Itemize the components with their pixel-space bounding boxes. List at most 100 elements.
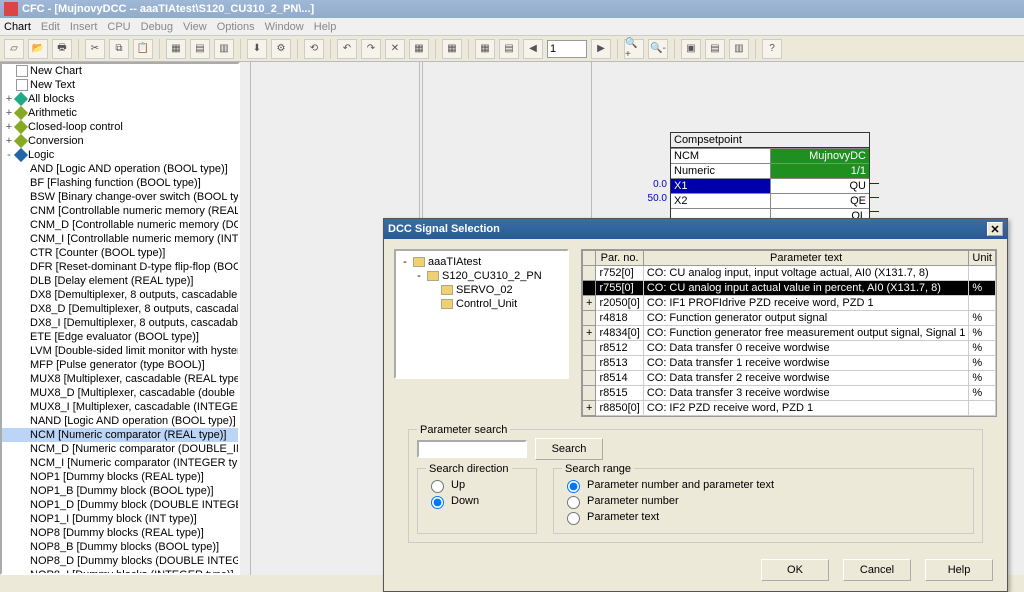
- tree-leaf[interactable]: DX8_I [Demultiplexer, 8 outputs, cascada…: [2, 316, 238, 330]
- tree-leaf[interactable]: NOP8_I [Dummy blocks (INTEGER type)]: [2, 568, 238, 575]
- tree-node-control-unit[interactable]: Control_Unit: [400, 297, 563, 311]
- zoom-out-button[interactable]: 🔍-: [648, 39, 668, 59]
- search-input[interactable]: [417, 440, 527, 458]
- cut-button[interactable]: ✂: [85, 39, 105, 59]
- tree-leaf[interactable]: NOP8 [Dummy blocks (REAL type)]: [2, 526, 238, 540]
- page-view-button[interactable]: ▦: [475, 39, 495, 59]
- tree-leaf[interactable]: CNM_D [Controllable numeric memory (DOUB…: [2, 218, 238, 232]
- ok-button[interactable]: OK: [761, 559, 829, 581]
- menu-cpu[interactable]: CPU: [107, 21, 130, 33]
- tree-leaf[interactable]: NCM_I [Numeric comparator (INTEGER type)…: [2, 456, 238, 470]
- table-row[interactable]: r755[0]CO: CU analog input actual value …: [583, 281, 996, 296]
- cascade-button[interactable]: ▣: [681, 39, 701, 59]
- radio-num-and-text[interactable]: [567, 480, 580, 493]
- table-row[interactable]: r8514CO: Data transfer 2 receive wordwis…: [583, 371, 996, 386]
- parameter-table[interactable]: Par. no. Parameter text Unit r752[0]CO: …: [581, 249, 997, 417]
- redo-button[interactable]: ↷: [361, 39, 381, 59]
- tree-leaf[interactable]: AND [Logic AND operation (BOOL type)]: [2, 162, 238, 176]
- tree-leaf[interactable]: NOP8_B [Dummy blocks (BOOL type)]: [2, 540, 238, 554]
- tree-leaf[interactable]: MUX8_D [Multiplexer, cascadable (double …: [2, 386, 238, 400]
- close-icon[interactable]: ✕: [987, 222, 1003, 236]
- radio-text[interactable]: [567, 512, 580, 525]
- tree-leaf[interactable]: NOP1_B [Dummy block (BOOL type)]: [2, 484, 238, 498]
- tree-leaf[interactable]: DX8 [Demultiplexer, 8 outputs, cascadabl…: [2, 288, 238, 302]
- tree-leaf[interactable]: BSW [Binary change-over switch (BOOL typ…: [2, 190, 238, 204]
- overview-button[interactable]: ▥: [214, 39, 234, 59]
- radio-num[interactable]: [567, 496, 580, 509]
- search-button[interactable]: Search: [535, 438, 603, 460]
- grid-button[interactable]: ▦: [442, 39, 462, 59]
- radio-up[interactable]: [431, 480, 444, 493]
- table-row[interactable]: r8513CO: Data transfer 1 receive wordwis…: [583, 356, 996, 371]
- tree-leaf[interactable]: NOP1_I [Dummy block (INT type)]: [2, 512, 238, 526]
- test-button[interactable]: ⟲: [304, 39, 324, 59]
- col-parno[interactable]: Par. no.: [596, 251, 643, 266]
- cancel-button[interactable]: Cancel: [843, 559, 911, 581]
- catalog-button[interactable]: ▦: [166, 39, 186, 59]
- page-prev-button[interactable]: ◀: [523, 39, 543, 59]
- tree-node[interactable]: New Chart: [2, 64, 238, 78]
- zoom-in-button[interactable]: 🔍+: [624, 39, 644, 59]
- tree-node[interactable]: New Text: [2, 78, 238, 92]
- help-button[interactable]: Help: [925, 559, 993, 581]
- table-row[interactable]: r752[0]CO: CU analog input, input voltag…: [583, 266, 996, 281]
- menu-insert[interactable]: Insert: [70, 21, 98, 33]
- copy-button[interactable]: ⧉: [109, 39, 129, 59]
- tree-leaf[interactable]: CNM_I [Controllable numeric memory (INTE…: [2, 232, 238, 246]
- block-port-qu[interactable]: QU: [771, 179, 870, 193]
- col-partext[interactable]: Parameter text: [643, 251, 969, 266]
- menu-debug[interactable]: Debug: [141, 21, 173, 33]
- tree-node-servo[interactable]: SERVO_02: [400, 283, 563, 297]
- help-button[interactable]: ?: [762, 39, 782, 59]
- menu-window[interactable]: Window: [265, 21, 304, 33]
- table-row[interactable]: +r2050[0]CO: IF1 PROFIdrive PZD receive …: [583, 296, 996, 311]
- tree-leaf[interactable]: MUX8 [Multiplexer, cascadable (REAL type…: [2, 372, 238, 386]
- tree-leaf[interactable]: NOP1_D [Dummy block (DOUBLE INTEGER typ: [2, 498, 238, 512]
- tree-node[interactable]: +Conversion: [2, 134, 238, 148]
- page-next-button[interactable]: ▶: [591, 39, 611, 59]
- cross-button[interactable]: ✕: [385, 39, 405, 59]
- open-button[interactable]: 📂: [28, 39, 48, 59]
- undo-button[interactable]: ↶: [337, 39, 357, 59]
- dialog-titlebar[interactable]: DCC Signal Selection ✕: [384, 219, 1007, 239]
- tree-node[interactable]: +All blocks: [2, 92, 238, 106]
- tree-node[interactable]: +Closed-loop control: [2, 120, 238, 134]
- sheet-button[interactable]: ▤: [499, 39, 519, 59]
- tree-leaf[interactable]: NOP1 [Dummy blocks (REAL type)]: [2, 470, 238, 484]
- menu-edit[interactable]: Edit: [41, 21, 60, 33]
- tree-leaf[interactable]: MFP [Pulse generator (type BOOL)]: [2, 358, 238, 372]
- block-port-x2[interactable]: X2: [671, 194, 771, 208]
- tree-leaf[interactable]: NCM_D [Numeric comparator (DOUBLE_INTEG: [2, 442, 238, 456]
- function-block-compsetpoint[interactable]: Compsetpoint NCM MujnovyDC Numeric 1/1 X…: [670, 132, 870, 224]
- menu-options[interactable]: Options: [217, 21, 255, 33]
- table-row[interactable]: +r4834[0]CO: Function generator free mea…: [583, 326, 996, 341]
- tree-leaf[interactable]: CTR [Counter (BOOL type)]: [2, 246, 238, 260]
- tree-leaf[interactable]: DFR [Reset-dominant D-type flip-flop (BO…: [2, 260, 238, 274]
- tree-leaf[interactable]: NCM [Numeric comparator (REAL type)]: [2, 428, 238, 442]
- tile-h-button[interactable]: ▤: [705, 39, 725, 59]
- tile-v-button[interactable]: ▥: [729, 39, 749, 59]
- library-button[interactable]: ▤: [190, 39, 210, 59]
- tree-node-project[interactable]: -aaaTIAtest: [400, 255, 563, 269]
- paste-button[interactable]: 📋: [133, 39, 153, 59]
- tree-leaf[interactable]: NAND [Logic AND operation (BOOL type)]: [2, 414, 238, 428]
- table-row[interactable]: r4818CO: Function generator output signa…: [583, 311, 996, 326]
- tree-node[interactable]: +Arithmetic: [2, 106, 238, 120]
- tree-leaf[interactable]: ETE [Edge evaluator (BOOL type)]: [2, 330, 238, 344]
- table-row[interactable]: r8512CO: Data transfer 0 receive wordwis…: [583, 341, 996, 356]
- tree-leaf[interactable]: DLB [Delay element (REAL type)]: [2, 274, 238, 288]
- tree-node-device[interactable]: -S120_CU310_2_PN: [400, 269, 563, 283]
- menu-chart[interactable]: Chart: [4, 21, 31, 33]
- tree-leaf[interactable]: NOP8_D [Dummy blocks (DOUBLE INTEGER ty: [2, 554, 238, 568]
- device-tree[interactable]: -aaaTIAtest -S120_CU310_2_PN SERVO_02 Co…: [394, 249, 569, 379]
- refresh-button[interactable]: ▦: [409, 39, 429, 59]
- menu-view[interactable]: View: [183, 21, 207, 33]
- download-button[interactable]: ⬇: [247, 39, 267, 59]
- block-catalog-tree[interactable]: New ChartNew Text+All blocks+Arithmetic+…: [0, 62, 240, 575]
- tree-leaf[interactable]: MUX8_I [Multiplexer, cascadable (INTEGER…: [2, 400, 238, 414]
- tree-leaf[interactable]: BF [Flashing function (BOOL type)]: [2, 176, 238, 190]
- block-port-x1[interactable]: X1: [671, 179, 771, 193]
- tree-node[interactable]: -Logic: [2, 148, 238, 162]
- tree-leaf[interactable]: CNM [Controllable numeric memory (REAL t…: [2, 204, 238, 218]
- page-input[interactable]: [547, 40, 587, 58]
